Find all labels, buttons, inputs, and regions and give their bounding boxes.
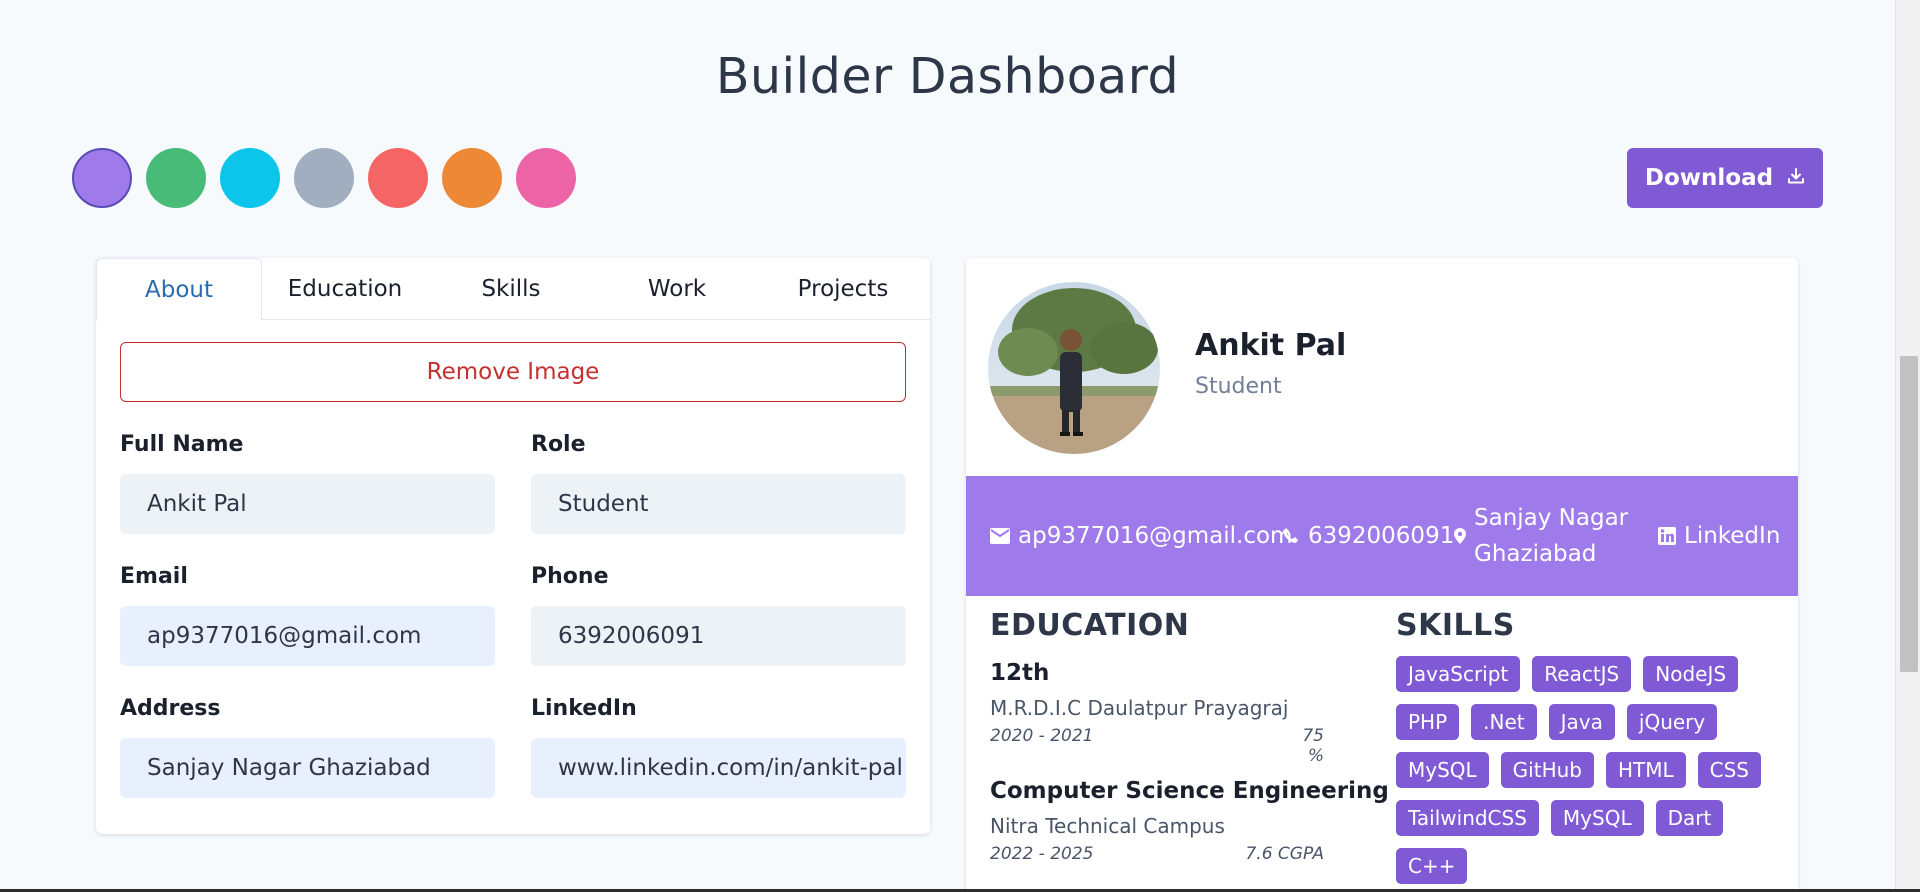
color-swatch[interactable] bbox=[146, 148, 206, 208]
skill-tag: JavaScript bbox=[1396, 656, 1521, 692]
address-line-2: Ghaziabad bbox=[1474, 541, 1597, 567]
education-school: M.R.D.I.C Daulatpur Prayagraj bbox=[990, 696, 1289, 720]
color-swatch[interactable] bbox=[72, 148, 132, 208]
skill-tag: HTML bbox=[1605, 752, 1686, 788]
address-label: Address bbox=[120, 696, 221, 721]
tab-projects[interactable]: Projects bbox=[760, 258, 926, 320]
skill-tag: C++ bbox=[1396, 848, 1468, 884]
skill-tag: ReactJS bbox=[1532, 656, 1632, 692]
tab-work[interactable]: Work bbox=[594, 258, 760, 320]
education-score: 75 % bbox=[1302, 726, 1324, 766]
page-title: Builder Dashboard bbox=[715, 48, 1180, 105]
download-label: Download bbox=[1644, 165, 1774, 191]
contact-address-text: Sanjay Nagar Ghaziabad bbox=[1474, 500, 1628, 572]
linkedin-label: LinkedIn bbox=[531, 696, 637, 721]
email-label: Email bbox=[120, 564, 188, 589]
mail-icon bbox=[990, 528, 1010, 544]
tab-skills[interactable]: Skills bbox=[428, 258, 594, 320]
phone-input[interactable]: 6392006091 bbox=[531, 606, 906, 666]
tab-about[interactable]: About bbox=[96, 258, 262, 321]
education-years: 2020 - 2021 bbox=[990, 726, 1094, 746]
role-label: Role bbox=[531, 432, 586, 457]
about-form-card: About Education Skills Work Projects Rem… bbox=[96, 258, 930, 834]
skill-tag: MySQL bbox=[1396, 752, 1489, 788]
skill-tag: TailwindCSS bbox=[1396, 800, 1539, 836]
color-swatch[interactable] bbox=[516, 148, 576, 208]
education-heading: EDUCATION bbox=[990, 608, 1190, 643]
address-input[interactable]: Sanjay Nagar Ghaziabad bbox=[120, 738, 495, 798]
education-degree: Computer Science Engineering bbox=[990, 778, 1389, 804]
color-swatch[interactable] bbox=[368, 148, 428, 208]
color-swatch-group bbox=[72, 148, 576, 208]
skill-tag: NodeJS bbox=[1643, 656, 1739, 692]
contact-phone: 6392006091 bbox=[1282, 476, 1454, 596]
linkedin-input[interactable]: www.linkedin.com/in/ankit-pal bbox=[531, 738, 906, 798]
contact-linkedin-text: LinkedIn bbox=[1684, 523, 1781, 549]
phone-icon bbox=[1282, 527, 1300, 545]
linkedin-icon bbox=[1658, 527, 1676, 545]
skill-tag: Dart bbox=[1655, 800, 1724, 836]
contact-email: ap9377016@gmail.com bbox=[990, 476, 1292, 596]
avatar bbox=[988, 282, 1160, 454]
color-swatch[interactable] bbox=[294, 148, 354, 208]
contact-linkedin[interactable]: LinkedIn bbox=[1658, 476, 1780, 596]
skill-tag: GitHub bbox=[1500, 752, 1594, 788]
skill-tag: Java bbox=[1548, 704, 1615, 740]
tab-bar: About Education Skills Work Projects bbox=[96, 258, 930, 321]
skill-tag: PHP bbox=[1396, 704, 1460, 740]
color-swatch[interactable] bbox=[220, 148, 280, 208]
scrollbar-thumb[interactable] bbox=[1900, 356, 1918, 672]
education-score: 7.6 CGPA bbox=[1245, 844, 1324, 864]
color-swatch[interactable] bbox=[442, 148, 502, 208]
skill-tag: CSS bbox=[1697, 752, 1761, 788]
resume-role: Student bbox=[1195, 374, 1282, 399]
download-button[interactable]: Download bbox=[1627, 148, 1823, 208]
skill-tag: MySQL bbox=[1550, 800, 1644, 836]
contact-bar: ap9377016@gmail.com 6392006091 Sanjay Na… bbox=[966, 476, 1798, 596]
contact-address: Sanjay Nagar Ghaziabad bbox=[1454, 476, 1628, 596]
education-school: Nitra Technical Campus bbox=[990, 814, 1225, 838]
role-input[interactable]: Student bbox=[531, 474, 906, 534]
address-line-1: Sanjay Nagar bbox=[1474, 505, 1629, 531]
contact-email-text: ap9377016@gmail.com bbox=[1018, 523, 1293, 549]
full-name-label: Full Name bbox=[120, 432, 244, 457]
email-input[interactable]: ap9377016@gmail.com bbox=[120, 606, 495, 666]
skill-tag: .Net bbox=[1471, 704, 1537, 740]
resume-name: Ankit Pal bbox=[1195, 328, 1347, 363]
resume-preview: Ankit Pal Student ap9377016@gmail.com 63… bbox=[966, 258, 1798, 892]
vertical-scrollbar[interactable] bbox=[1895, 0, 1920, 892]
download-icon bbox=[1787, 165, 1805, 191]
phone-label: Phone bbox=[531, 564, 609, 589]
location-pin-icon bbox=[1454, 528, 1466, 544]
contact-phone-text: 6392006091 bbox=[1308, 523, 1455, 549]
skills-heading: SKILLS bbox=[1396, 608, 1515, 643]
page: Builder Dashboard Download About Educati… bbox=[0, 0, 1895, 892]
remove-image-button[interactable]: Remove Image bbox=[120, 342, 906, 402]
skill-tag: jQuery bbox=[1626, 704, 1718, 740]
tab-education[interactable]: Education bbox=[262, 258, 428, 320]
education-years: 2022 - 2025 bbox=[990, 844, 1094, 864]
skills-list: JavaScript ReactJS NodeJS PHP .Net Java … bbox=[1396, 656, 1776, 884]
education-degree: 12th bbox=[990, 660, 1050, 686]
full-name-input[interactable]: Ankit Pal bbox=[120, 474, 495, 534]
